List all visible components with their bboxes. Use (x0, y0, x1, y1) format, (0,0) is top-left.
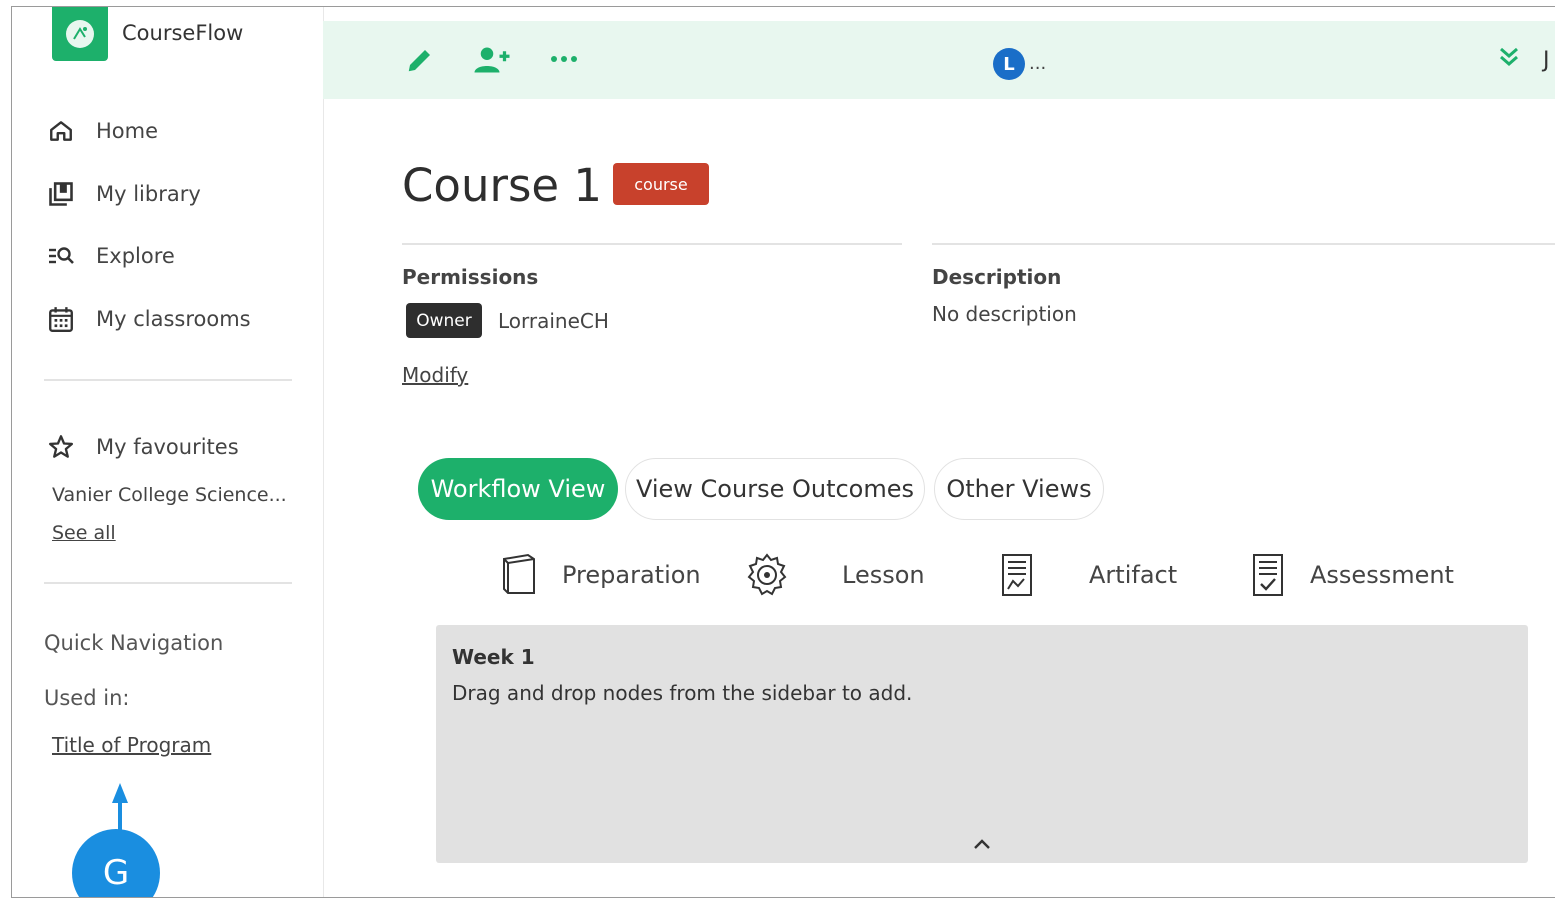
description-value: No description (932, 302, 1077, 326)
nav-home[interactable]: Home (44, 114, 158, 148)
topbar-right-text: J (1543, 48, 1550, 73)
nav-explore[interactable]: Explore (44, 239, 175, 273)
explore-icon (44, 241, 78, 271)
nav-explore-label: Explore (96, 244, 175, 268)
assessment-icon (1251, 553, 1285, 597)
artifact-icon (1000, 553, 1034, 597)
week-block[interactable]: Week 1 Drag and drop nodes from the side… (436, 625, 1528, 863)
nav-my-classrooms[interactable]: My classrooms (44, 302, 251, 336)
description-label: Description (932, 265, 1062, 289)
user-avatar[interactable]: L (993, 48, 1025, 80)
pencil-icon (408, 50, 430, 72)
permissions-label: Permissions (402, 265, 539, 289)
nav-my-favourites[interactable]: My favourites (44, 430, 239, 464)
preparation-icon (500, 553, 538, 595)
app-name: CourseFlow (122, 21, 244, 45)
tab-view-course-outcomes[interactable]: View Course Outcomes (625, 458, 925, 520)
more-horizontal-icon (551, 56, 577, 62)
legend-lesson-label: Lesson (842, 561, 925, 589)
app-logo[interactable] (52, 7, 108, 61)
week-title: Week 1 (452, 645, 535, 669)
add-user-icon (474, 47, 510, 73)
legend-preparation-label: Preparation (562, 561, 701, 589)
annotation-arrow-icon (112, 783, 128, 831)
add-user-button[interactable] (473, 45, 511, 75)
logo-icon (66, 20, 94, 48)
app-window: CourseFlow Home My library Explore My cl… (11, 6, 1555, 898)
sidebar: CourseFlow Home My library Explore My cl… (12, 7, 324, 897)
nav-my-classrooms-label: My classrooms (96, 307, 251, 331)
star-icon (44, 432, 78, 462)
workflow-toolbar: L ... J (323, 21, 1555, 99)
nav-my-library-label: My library (96, 182, 201, 206)
tab-other-views[interactable]: Other Views (934, 458, 1104, 520)
page-title: Course 1 (402, 159, 603, 212)
course-type-badge: course (613, 163, 709, 205)
collapse-chevron-up-icon[interactable] (972, 837, 992, 851)
see-all-link[interactable]: See all (52, 522, 116, 544)
owner-username: LorraineCH (498, 309, 609, 333)
favourite-item[interactable]: Vanier College Science... (52, 484, 287, 506)
legend-artifact-label: Artifact (1089, 561, 1178, 589)
modify-permissions-link[interactable]: Modify (402, 363, 468, 387)
tab-workflow-view[interactable]: Workflow View (418, 458, 618, 520)
quick-navigation-heading: Quick Navigation (44, 631, 224, 655)
nav-home-label: Home (96, 119, 159, 143)
double-chevron-down-icon (1500, 47, 1518, 66)
legend-assessment-label: Assessment (1310, 561, 1454, 589)
nav-my-favourites-label: My favourites (96, 435, 239, 459)
sidebar-divider (44, 379, 292, 381)
more-users-indicator[interactable]: ... (1029, 53, 1046, 74)
annotation-marker: G (72, 829, 160, 897)
more-options-button[interactable] (549, 51, 579, 67)
used-in-label: Used in: (44, 686, 130, 710)
library-icon (44, 179, 78, 209)
week-empty-hint: Drag and drop nodes from the sidebar to … (452, 681, 913, 705)
nav-my-library[interactable]: My library (44, 177, 201, 211)
edit-button[interactable] (405, 45, 435, 75)
used-in-program-link[interactable]: Title of Program (52, 733, 211, 757)
expand-button[interactable] (1498, 45, 1520, 69)
lesson-icon (744, 553, 790, 597)
sidebar-divider-2 (44, 582, 292, 584)
owner-role-badge: Owner (406, 303, 482, 338)
section-divider-left (402, 243, 902, 245)
section-divider-right (932, 243, 1555, 245)
calendar-icon (44, 304, 78, 334)
home-icon (44, 116, 78, 146)
